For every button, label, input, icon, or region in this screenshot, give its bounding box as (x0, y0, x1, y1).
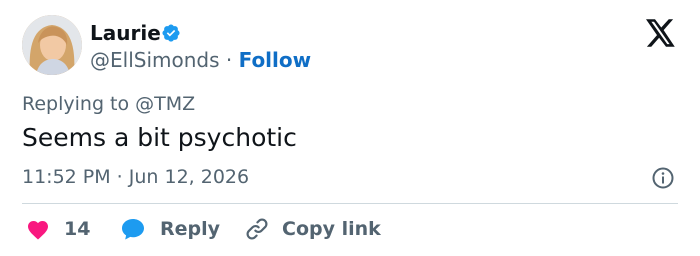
author-handle[interactable]: @EllSimonds (90, 48, 220, 72)
avatar[interactable] (22, 15, 82, 75)
author-name[interactable]: Laurie (90, 20, 161, 46)
follow-button[interactable]: Follow (239, 48, 312, 72)
link-icon (246, 218, 268, 240)
action-bar: 14 Reply Copy link (22, 214, 682, 244)
copy-link-button[interactable]: Copy link (244, 214, 381, 244)
reply-mention-link[interactable]: @TMZ (135, 93, 195, 115)
like-count: 14 (64, 218, 91, 240)
like-button[interactable]: 14 (26, 214, 90, 244)
x-logo-icon[interactable] (646, 19, 676, 47)
handle-row: @EllSimonds · Follow (90, 47, 311, 73)
heart-icon (28, 221, 48, 240)
tweet-timestamp[interactable]: 11:52 PM · Jun 12, 2026 (22, 165, 249, 189)
reply-context: Replying to @TMZ (22, 92, 195, 116)
reply-label: Reply (160, 218, 221, 240)
verified-badge-icon (162, 24, 180, 42)
info-icon[interactable] (651, 166, 675, 190)
reply-button[interactable]: Reply (120, 214, 220, 244)
tweet-text: Seems a bit psychotic (22, 123, 297, 152)
reply-prefix: Replying to (22, 93, 130, 115)
divider (22, 203, 678, 204)
separator-dot: · (225, 48, 233, 72)
copy-link-label: Copy link (282, 218, 381, 240)
speech-bubble-icon (122, 219, 144, 240)
